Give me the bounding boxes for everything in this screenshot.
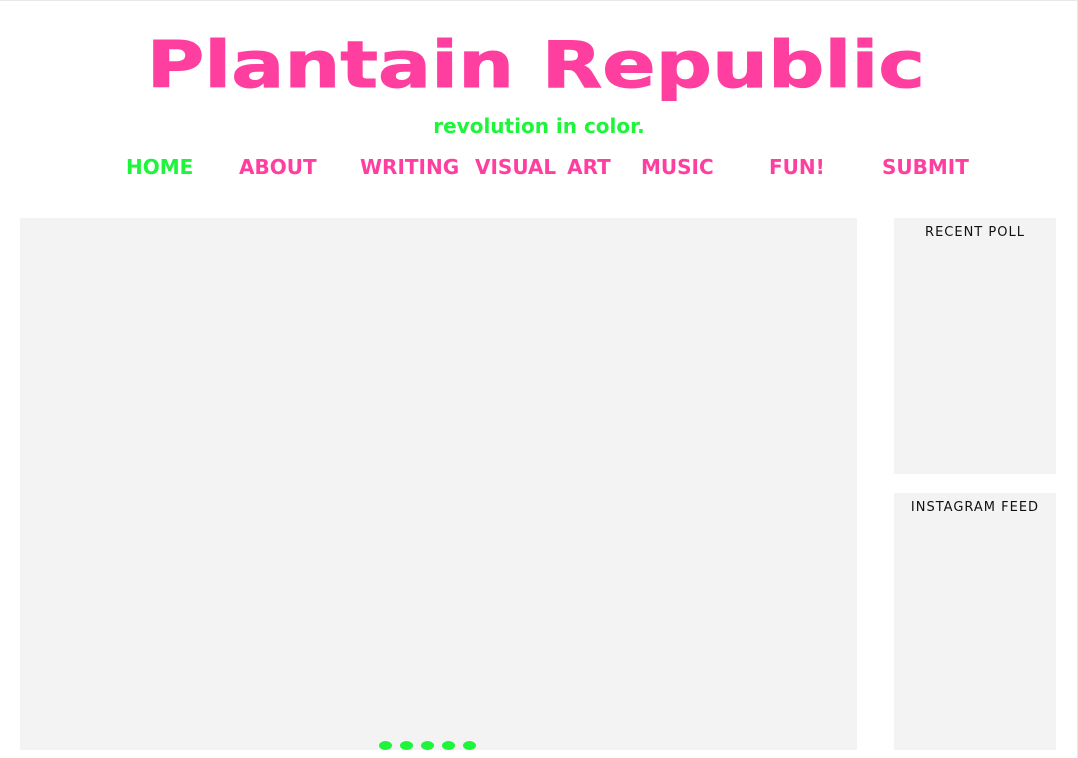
nav-item-home[interactable]: HOME [126, 154, 193, 180]
slide-dot[interactable] [379, 741, 392, 750]
site-tagline: revolution in color. [433, 114, 645, 138]
page: Plantain Republic revolution in color. H… [0, 0, 1078, 758]
instagram-feed-title: INSTAGRAM FEED [910, 500, 1040, 515]
nav-item-writing[interactable]: WRITING [360, 154, 459, 180]
nav-item-fun[interactable]: FUN! [769, 154, 825, 180]
slide-dot[interactable] [463, 741, 476, 750]
site-title[interactable]: Plantain Republic [0, 26, 1078, 106]
slide-dot[interactable] [400, 741, 413, 750]
instagram-feed-widget: INSTAGRAM FEED [894, 493, 1056, 750]
recent-poll-title: RECENT POLL [925, 225, 1025, 240]
nav-item-music[interactable]: MUSIC [641, 154, 714, 180]
slideshow[interactable] [20, 218, 857, 750]
slideshow-dots [379, 741, 476, 751]
recent-poll-widget: RECENT POLL [894, 218, 1056, 474]
nav-item-submit[interactable]: SUBMIT [882, 154, 969, 180]
slide-dot[interactable] [442, 741, 455, 750]
slide-dot[interactable] [421, 741, 434, 750]
nav-item-about[interactable]: ABOUT [239, 154, 317, 180]
nav-item-visual-art[interactable]: VISUAL ART [475, 154, 611, 180]
top-divider [0, 0, 1078, 1]
